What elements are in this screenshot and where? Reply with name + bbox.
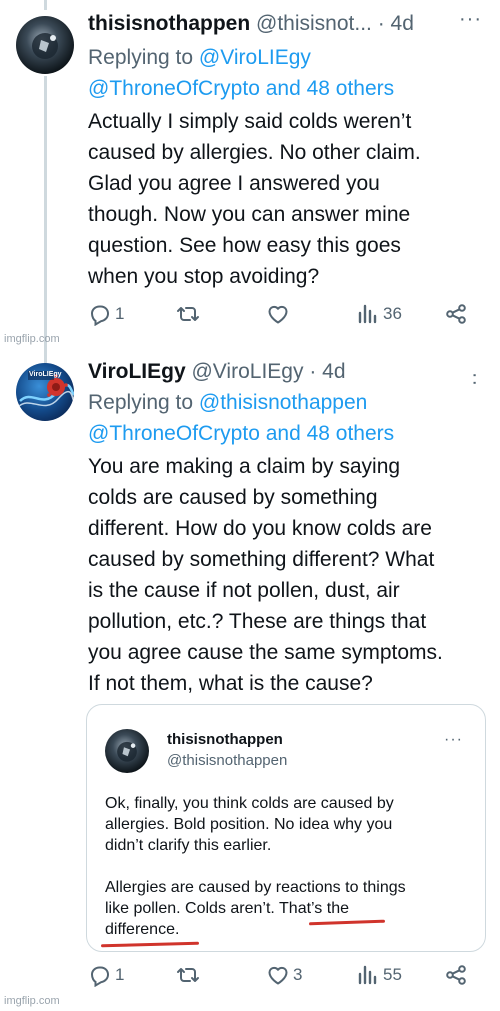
mention-link[interactable]: @thisisnothappen (199, 391, 367, 414)
tweet-text-line: Glad you agree I answered you (88, 172, 380, 195)
tweet-text: Actually I simply said colds weren’t cau… (88, 106, 488, 292)
more-icon[interactable]: ·· (463, 372, 486, 387)
replying-to: Replying to @ViroLIEgy @ThroneOfCrypto a… (88, 42, 394, 104)
display-name[interactable]: ViroLIEgy (88, 360, 186, 383)
tweet-text-line: caused by something different? What (88, 548, 435, 571)
like-button[interactable]: 3 (266, 963, 302, 987)
views-count: 55 (383, 965, 402, 984)
reply-button[interactable]: 1 (88, 302, 124, 326)
quoted-avatar[interactable] (105, 729, 149, 773)
quoted-text-paragraph-1: Ok, finally, you think colds are caused … (105, 793, 475, 856)
share-icon (444, 302, 468, 326)
like-icon (266, 302, 290, 326)
user-handle[interactable]: @thisisnot... (256, 12, 372, 35)
tweet-text-line: you agree cause the same symptoms. (88, 641, 443, 664)
quoted-tweet-card[interactable]: thisisnothappen @thisisnothappen ··· Ok,… (86, 704, 486, 952)
retweet-button[interactable] (176, 963, 200, 987)
share-button[interactable] (444, 302, 468, 326)
quoted-text-paragraph-2: Allergies are caused by reactions to thi… (105, 877, 475, 940)
avatar[interactable] (16, 16, 74, 74)
red-underline-annotation (100, 941, 200, 948)
like-count: 3 (293, 965, 303, 984)
retweet-icon (176, 963, 200, 987)
mention-link[interactable]: @ThroneOfCrypto and 48 others (88, 422, 394, 445)
tweet-text-line: question. See how easy this goes (88, 234, 401, 257)
share-icon (444, 963, 468, 987)
user-handle[interactable]: @ViroLIEgy (191, 360, 303, 383)
tweet-text-line: though. Now you can answer mine (88, 203, 411, 226)
tweet-text-line: Actually I simply said colds weren’t (88, 110, 412, 133)
watermark: imgflip.com (4, 995, 60, 1007)
reply-icon (88, 302, 112, 326)
quoted-text-line: like pollen. Colds aren’t. That’s the (105, 900, 349, 917)
reply-count: 1 (115, 965, 125, 984)
tweet-text-line: pollution, etc.? These are things that (88, 610, 427, 633)
views-icon (356, 963, 380, 987)
quoted-text-line: Allergies are caused by reactions to thi… (105, 879, 406, 896)
tweet-text-line: If not them, what is the cause? (88, 672, 373, 695)
like-icon (266, 963, 290, 987)
quoted-user-handle[interactable]: @thisisnothappen (167, 752, 287, 769)
retweet-button[interactable] (176, 302, 200, 326)
replying-to-label: Replying to (88, 46, 199, 69)
quoted-text-line: Ok, finally, you think colds are caused … (105, 795, 394, 812)
quoted-text-line: allergies. Bold position. No idea why yo… (105, 816, 393, 833)
like-button[interactable] (266, 302, 290, 326)
timestamp[interactable]: · 4d (309, 360, 345, 383)
quoted-display-name[interactable]: thisisnothappen (167, 731, 283, 748)
quoted-text-line: difference. (105, 921, 180, 938)
thread-line-middle (44, 76, 47, 364)
action-bar: 1 36 (88, 302, 474, 332)
tweet-text-line: You are making a claim by saying (88, 455, 401, 478)
mention-link[interactable]: @ViroLIEgy (199, 46, 311, 69)
avatar[interactable]: ViroLIEgy (16, 363, 74, 421)
views-button[interactable]: 36 (356, 302, 402, 326)
more-icon[interactable]: ··· (459, 8, 482, 31)
thread-line-top (44, 0, 47, 10)
reply-count: 1 (115, 304, 125, 323)
reply-button[interactable]: 1 (88, 963, 124, 987)
tweet-text-line: caused by allergies. No other claim. (88, 141, 421, 164)
tweet-text-line: colds are caused by something (88, 486, 378, 509)
tweet-header: ViroLIEgy @ViroLIEgy · 4d (88, 360, 346, 384)
views-count: 36 (383, 304, 402, 323)
tweet-header: thisisnothappen @thisisnot... · 4d (88, 12, 414, 36)
views-icon (356, 302, 380, 326)
avatar-logo-text: ViroLIEgy (29, 371, 62, 378)
reply-icon (88, 963, 112, 987)
retweet-icon (176, 302, 200, 326)
tweet-text: You are making a claim by saying colds a… (88, 451, 488, 699)
replying-to: Replying to @thisisnothappen @ThroneOfCr… (88, 387, 394, 449)
watermark: imgflip.com (4, 333, 60, 345)
quoted-text-line: didn’t clarify this earlier. (105, 837, 272, 854)
display-name[interactable]: thisisnothappen (88, 12, 250, 35)
views-button[interactable]: 55 (356, 963, 402, 987)
more-icon[interactable]: ··· (444, 731, 463, 749)
mention-link[interactable]: @ThroneOfCrypto and 48 others (88, 77, 394, 100)
action-bar: 1 3 55 (88, 963, 474, 993)
tweet-text-line: is the cause if not pollen, dust, air (88, 579, 400, 602)
tweet-text-line: different. How do you know colds are (88, 517, 432, 540)
replying-to-label: Replying to (88, 391, 199, 414)
share-button[interactable] (444, 963, 468, 987)
timestamp[interactable]: · 4d (378, 12, 414, 35)
tweet-text-line: when you stop avoiding? (88, 265, 320, 288)
